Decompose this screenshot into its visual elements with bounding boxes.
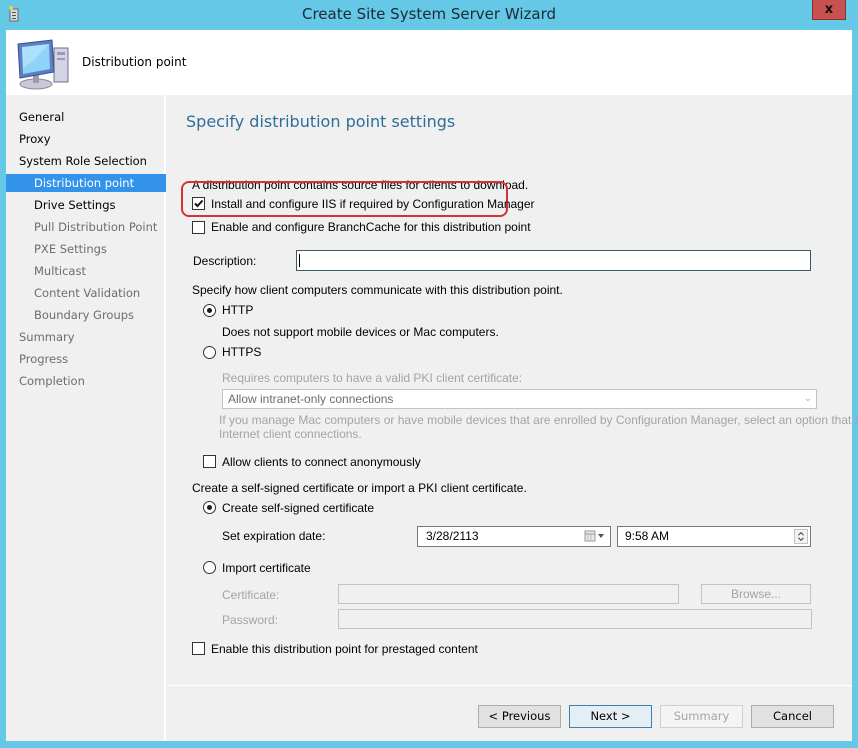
sidebar-item-boundary-groups: Boundary Groups: [34, 308, 135, 322]
expiration-time-picker[interactable]: 9:58 AM: [617, 526, 811, 547]
sidebar-item-drive-settings[interactable]: Drive Settings: [6, 196, 166, 214]
import-certificate-radio[interactable]: [203, 561, 216, 574]
self-signed-label[interactable]: Create self-signed certificate: [222, 501, 374, 515]
chevron-down-icon: ⌄: [803, 393, 812, 404]
sidebar-item-multicast: Multicast: [34, 264, 86, 278]
prestaged-checkbox[interactable]: [192, 642, 205, 655]
previous-button[interactable]: < Previous: [478, 705, 561, 728]
self-signed-radio[interactable]: [203, 501, 216, 514]
prestaged-label[interactable]: Enable this distribution point for prest…: [211, 642, 478, 656]
wizard-main: Specify distribution point settings A di…: [168, 95, 858, 741]
anonymous-label[interactable]: Allow clients to connect anonymously: [222, 455, 421, 469]
radio-selected-dot: [207, 505, 212, 510]
install-iis-label[interactable]: Install and configure IIS if required by…: [211, 197, 535, 211]
https-connection-select: Allow intranet-only connections ⌄: [222, 389, 817, 409]
http-note: Does not support mobile devices or Mac c…: [222, 325, 499, 339]
sidebar-item-system-role-selection[interactable]: System Role Selection: [6, 152, 166, 170]
expiration-label: Set expiration date:: [222, 529, 326, 543]
wizard-sidebar: General Proxy System Role Selection Dist…: [6, 95, 166, 741]
sidebar-item-general[interactable]: General: [6, 108, 166, 126]
expiration-date-picker[interactable]: 3/28/2113: [417, 526, 611, 547]
password-label: Password:: [222, 613, 279, 627]
time-spinner-icon[interactable]: [794, 529, 808, 544]
https-label[interactable]: HTTPS: [222, 345, 261, 359]
sidebar-item-pull-distribution-point: Pull Distribution Point: [34, 220, 158, 234]
https-help-line2: Internet client connections.: [219, 427, 362, 441]
branchcache-label[interactable]: Enable and configure BranchCache for thi…: [211, 220, 531, 234]
title-bar: Create Site System Server Wizard x: [0, 0, 858, 30]
wizard-window: Distribution point General Proxy System …: [6, 30, 858, 741]
certificate-path-label: Certificate:: [222, 588, 280, 602]
https-help-line1: If you manage Mac computers or have mobi…: [219, 413, 858, 427]
certificate-label: Create a self-signed certificate or impo…: [192, 481, 527, 495]
branchcache-checkbox[interactable]: [192, 221, 205, 234]
sidebar-item-completion: Completion: [19, 374, 85, 388]
calendar-dropdown-icon[interactable]: [584, 530, 606, 542]
computer-icon: [17, 39, 69, 90]
communication-label: Specify how client computers communicate…: [192, 283, 563, 297]
sidebar-item-content-validation: Content Validation: [34, 286, 141, 300]
close-button[interactable]: x: [812, 0, 846, 20]
description-label: Description:: [193, 254, 257, 268]
window-title: Create Site System Server Wizard: [302, 5, 556, 23]
http-label[interactable]: HTTP: [222, 303, 253, 317]
password-input: [338, 609, 812, 629]
sidebar-item-distribution-point[interactable]: Distribution point: [6, 174, 166, 192]
description-input[interactable]: [296, 250, 811, 271]
http-radio[interactable]: [203, 304, 216, 317]
wizard-header: Distribution point: [6, 30, 852, 95]
text-caret: [299, 254, 300, 267]
checkmark-icon: [194, 199, 204, 208]
browse-button: Browse...: [701, 584, 811, 604]
import-certificate-label[interactable]: Import certificate: [222, 561, 311, 575]
anonymous-checkbox[interactable]: [203, 455, 216, 468]
summary-button: Summary: [660, 705, 743, 728]
next-button[interactable]: Next >: [569, 705, 652, 728]
https-note: Requires computers to have a valid PKI c…: [222, 371, 523, 385]
sidebar-item-proxy[interactable]: Proxy: [6, 130, 166, 148]
sidebar-item-progress: Progress: [19, 352, 69, 366]
install-iis-checkbox[interactable]: [192, 197, 205, 210]
certificate-path-input: [338, 584, 679, 604]
footer-divider: [168, 685, 852, 686]
https-radio[interactable]: [203, 346, 216, 359]
sidebar-item-pxe-settings: PXE Settings: [34, 242, 107, 256]
radio-selected-dot: [207, 308, 212, 313]
close-icon: x: [824, 2, 834, 17]
page-heading: Specify distribution point settings: [186, 112, 456, 131]
sidebar-item-summary: Summary: [19, 330, 75, 344]
cancel-button[interactable]: Cancel: [751, 705, 834, 728]
header-title: Distribution point: [82, 55, 187, 69]
